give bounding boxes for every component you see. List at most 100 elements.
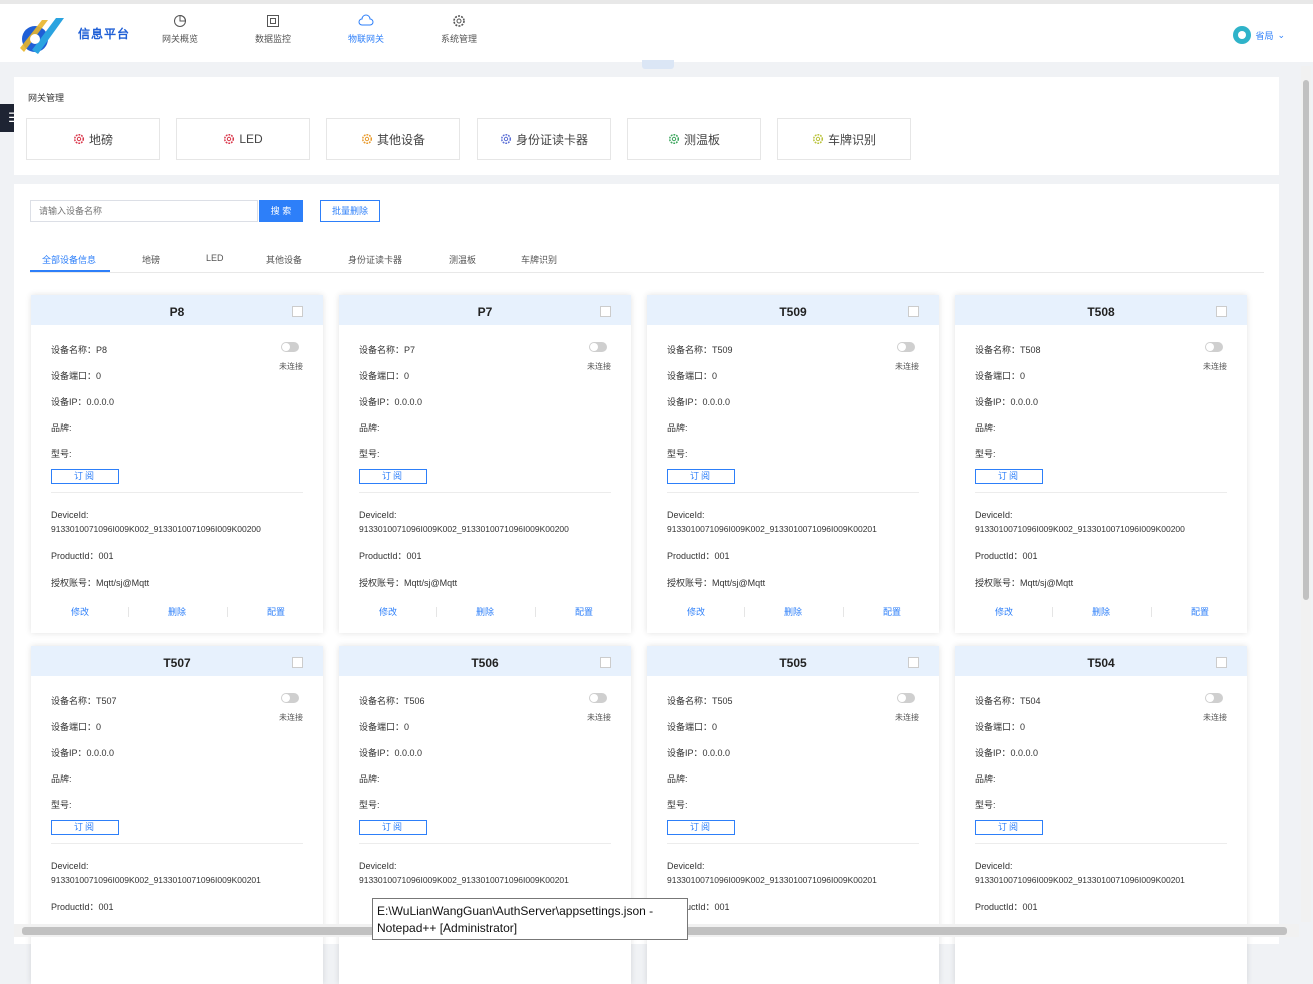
delete-button[interactable]: 删除 bbox=[1052, 605, 1150, 618]
connection-toggle[interactable] bbox=[281, 342, 299, 352]
subscribe-button[interactable]: 订阅 bbox=[975, 820, 1043, 835]
device-name-value: P8 bbox=[96, 345, 108, 355]
card-header: T506 bbox=[339, 646, 631, 676]
category-button[interactable]: 身份证读卡器 bbox=[477, 118, 611, 160]
device-ip-label: 设备IP： bbox=[51, 748, 87, 758]
device-ip: 设备IP：0.0.0.0 bbox=[667, 746, 730, 759]
nav-gateway-overview[interactable]: 网关概览 bbox=[145, 12, 215, 45]
delete-button[interactable]: 删除 bbox=[436, 605, 534, 618]
connection-toggle[interactable] bbox=[589, 342, 607, 352]
card-checkbox[interactable] bbox=[908, 306, 919, 317]
edit-button[interactable]: 修改 bbox=[955, 605, 1053, 618]
product-id-value: 001 bbox=[98, 551, 114, 561]
device-name-value: T508 bbox=[1020, 345, 1041, 355]
header-collapse-handle[interactable] bbox=[642, 60, 674, 69]
user-menu[interactable]: 省局 ⌄ bbox=[1233, 26, 1285, 44]
device-brand: 品牌: bbox=[667, 421, 688, 434]
window-tooltip: E:\WuLianWangGuan\AuthServer\appsettings… bbox=[372, 898, 688, 940]
device-brand: 品牌: bbox=[51, 421, 72, 434]
connection-status: 未连接 bbox=[587, 713, 611, 722]
device-ip-value: 0.0.0.0 bbox=[394, 748, 423, 758]
connection-toggle[interactable] bbox=[281, 693, 299, 703]
vertical-scrollbar[interactable] bbox=[1301, 66, 1311, 922]
card-checkbox[interactable] bbox=[292, 657, 303, 668]
card-checkbox[interactable] bbox=[908, 657, 919, 668]
nav-system-settings[interactable]: 系统管理 bbox=[424, 12, 494, 45]
connection-toggle[interactable] bbox=[897, 693, 915, 703]
connection-toggle[interactable] bbox=[1205, 693, 1223, 703]
connection-toggle[interactable] bbox=[589, 693, 607, 703]
category-button[interactable]: 地磅 bbox=[26, 118, 160, 160]
card-header: T508 bbox=[955, 295, 1247, 325]
scroll-thumb[interactable] bbox=[1303, 80, 1309, 600]
subscribe-button[interactable]: 订阅 bbox=[51, 820, 119, 835]
device-ip-label: 设备IP： bbox=[359, 748, 395, 758]
device-brand-label: 品牌: bbox=[975, 423, 996, 433]
tab-item[interactable]: 地磅 bbox=[142, 253, 160, 266]
subscribe-button[interactable]: 订阅 bbox=[975, 469, 1043, 484]
search-button[interactable]: 搜 索 bbox=[259, 200, 303, 222]
tab-item[interactable]: 全部设备信息 bbox=[42, 253, 96, 266]
delete-button[interactable]: 删除 bbox=[128, 605, 226, 618]
config-button[interactable]: 配置 bbox=[1151, 605, 1249, 618]
config-button[interactable]: 配置 bbox=[535, 605, 633, 618]
device-name-label: 设备名称： bbox=[667, 345, 713, 355]
category-button[interactable]: 车牌识别 bbox=[777, 118, 911, 160]
category-label: 身份证读卡器 bbox=[515, 132, 588, 147]
subscribe-button[interactable]: 订阅 bbox=[51, 469, 119, 484]
category-button[interactable]: LED bbox=[176, 118, 310, 160]
search-input[interactable] bbox=[30, 200, 258, 222]
delete-button[interactable]: 删除 bbox=[744, 605, 842, 618]
subscribe-button[interactable]: 订阅 bbox=[667, 469, 735, 484]
tab-item[interactable]: 测温板 bbox=[449, 253, 476, 266]
device-name: 设备名称：T509 bbox=[667, 343, 733, 356]
config-button[interactable]: 配置 bbox=[843, 605, 941, 618]
tab-item[interactable]: 其他设备 bbox=[266, 253, 302, 266]
subscribe-button[interactable]: 订阅 bbox=[667, 820, 735, 835]
subscribe-button[interactable]: 订阅 bbox=[359, 469, 427, 484]
config-button[interactable]: 配置 bbox=[227, 605, 325, 618]
edit-button[interactable]: 修改 bbox=[31, 605, 129, 618]
product-id-value: 001 bbox=[98, 902, 114, 912]
card-divider bbox=[975, 843, 1227, 844]
device-ip-value: 0.0.0.0 bbox=[86, 748, 115, 758]
category-button[interactable]: 测温板 bbox=[627, 118, 761, 160]
nav-data-monitor[interactable]: 数据监控 bbox=[238, 12, 308, 45]
connection-status: 未连接 bbox=[1203, 713, 1227, 722]
tab-item[interactable]: 车牌识别 bbox=[521, 253, 557, 266]
tab-item[interactable]: 身份证读卡器 bbox=[348, 253, 402, 266]
device-name-value: T507 bbox=[96, 696, 117, 706]
action-separator bbox=[843, 607, 844, 617]
card-checkbox[interactable] bbox=[600, 306, 611, 317]
card-actions: 修改 删除 配置 bbox=[647, 605, 939, 619]
card-checkbox[interactable] bbox=[292, 306, 303, 317]
product-id: ProductId：001 bbox=[51, 900, 114, 913]
category-button[interactable]: 其他设备 bbox=[326, 118, 460, 160]
connection-toggle[interactable] bbox=[1205, 342, 1223, 352]
device-port-label: 设备端口： bbox=[51, 371, 97, 381]
category-label: 地磅 bbox=[88, 132, 113, 147]
card-checkbox[interactable] bbox=[600, 657, 611, 668]
auth-account-value: Mqtt/sj@Mqtt bbox=[96, 578, 150, 588]
device-name-value: T505 bbox=[712, 696, 733, 706]
connection-toggle[interactable] bbox=[897, 342, 915, 352]
card-checkbox[interactable] bbox=[1216, 306, 1227, 317]
product-id-label: ProductId： bbox=[359, 551, 407, 561]
batch-delete-button[interactable]: 批量删除 bbox=[320, 200, 380, 222]
tab-item[interactable]: LED bbox=[206, 253, 224, 263]
device-name: 设备名称：T507 bbox=[51, 694, 117, 707]
device-model-label: 型号: bbox=[359, 449, 380, 459]
device-model: 型号: bbox=[667, 798, 688, 811]
nav-iot-gateway[interactable]: 物联网关 bbox=[331, 12, 401, 45]
edit-button[interactable]: 修改 bbox=[339, 605, 437, 618]
edit-button[interactable]: 修改 bbox=[647, 605, 745, 618]
product-id-value: 001 bbox=[714, 551, 730, 561]
action-separator bbox=[436, 607, 437, 617]
card-checkbox[interactable] bbox=[1216, 657, 1227, 668]
product-id: ProductId：001 bbox=[359, 549, 422, 562]
card-title: T508 bbox=[1087, 305, 1115, 319]
action-separator bbox=[227, 607, 228, 617]
card-divider bbox=[359, 843, 611, 844]
device-ip-label: 设备IP： bbox=[667, 397, 703, 407]
subscribe-button[interactable]: 订阅 bbox=[359, 820, 427, 835]
